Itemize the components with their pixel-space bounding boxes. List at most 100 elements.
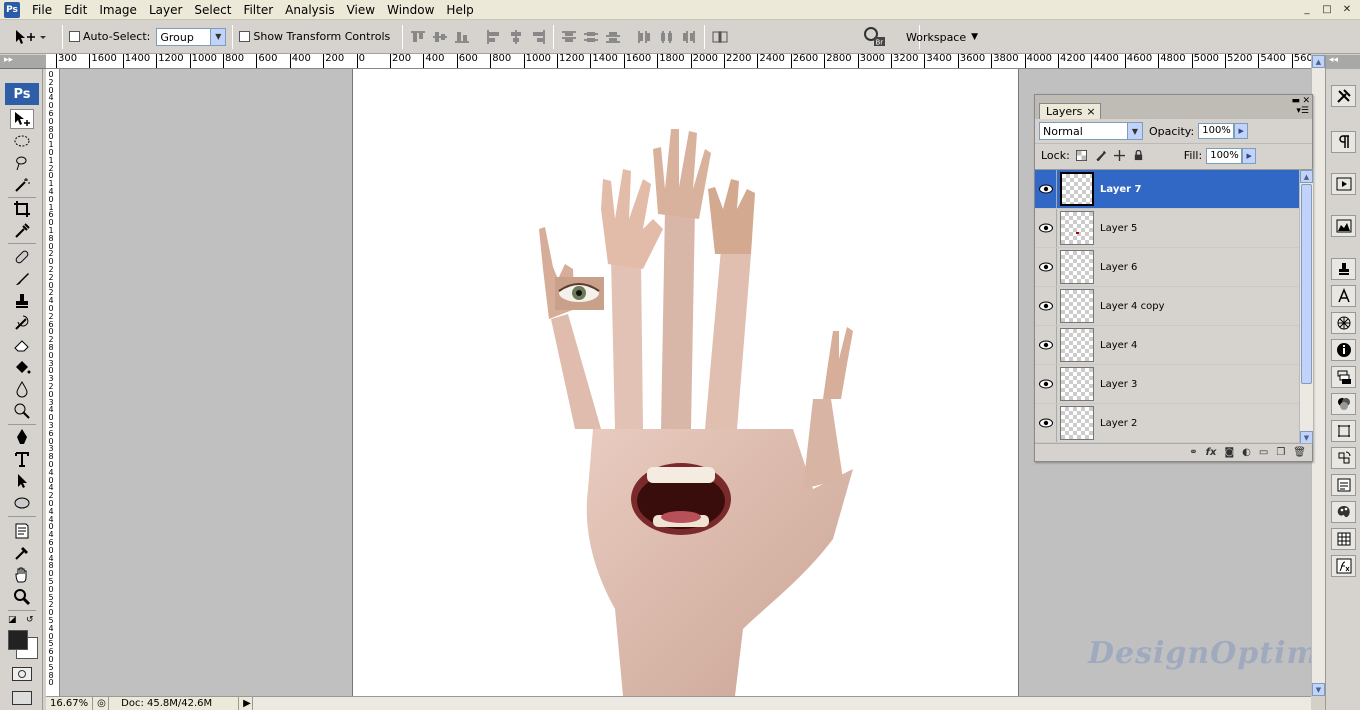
menu-image[interactable]: Image — [93, 0, 143, 20]
layer-row[interactable]: Layer 4 — [1035, 326, 1299, 365]
layer-row[interactable]: Layer 4 copy — [1035, 287, 1299, 326]
tool-preset-picker[interactable] — [12, 24, 56, 50]
document-canvas[interactable] — [352, 69, 1019, 696]
move-tool[interactable] — [10, 109, 34, 129]
new-layer-icon[interactable]: ❐ — [1276, 447, 1285, 458]
clone-stamp-tool[interactable] — [10, 291, 34, 311]
visibility-eye-icon[interactable] — [1035, 365, 1057, 403]
adjustment-layer-icon[interactable]: ◐ — [1242, 447, 1251, 458]
foreground-color-swatch[interactable] — [8, 630, 28, 650]
canvas-vertical-scrollbar[interactable]: ▲ ▼ — [1311, 55, 1325, 696]
visibility-eye-icon[interactable] — [1035, 170, 1057, 208]
slice-tool[interactable] — [10, 221, 34, 241]
link-layers-icon[interactable]: ⚭ — [1189, 447, 1197, 458]
paths-panel-button[interactable] — [1331, 420, 1356, 442]
crop-tool[interactable] — [10, 199, 34, 219]
swap-colors-icon[interactable]: ↺ — [26, 615, 34, 625]
close-button[interactable]: ✕ — [1338, 2, 1356, 17]
visibility-eye-icon[interactable] — [1035, 326, 1057, 364]
auto-select-checkbox[interactable] — [69, 31, 80, 42]
layer-row[interactable]: Layer 5 — [1035, 209, 1299, 248]
scroll-down-icon[interactable]: ▼ — [1312, 683, 1325, 696]
navigator-panel-button[interactable] — [1331, 312, 1356, 334]
marquee-tool[interactable] — [10, 131, 34, 151]
info-panel-button[interactable] — [1331, 339, 1356, 361]
scroll-up-icon[interactable]: ▲ — [1312, 55, 1325, 68]
magic-wand-tool[interactable] — [10, 175, 34, 195]
fx-icon[interactable]: fx — [1206, 447, 1217, 458]
distribute-top-icon[interactable] — [560, 29, 578, 45]
shape-tool[interactable] — [10, 493, 34, 513]
quick-mask-icon[interactable] — [12, 667, 32, 681]
layer-row[interactable]: Layer 7 — [1035, 170, 1299, 209]
show-transform-checkbox[interactable] — [239, 31, 251, 42]
screen-mode-icon[interactable] — [12, 691, 32, 705]
menu-file[interactable]: File — [26, 0, 58, 20]
histogram-panel-button[interactable] — [1331, 215, 1356, 237]
eraser-tool[interactable] — [10, 335, 34, 355]
menu-window[interactable]: Window — [381, 0, 440, 20]
minimize-button[interactable]: _ — [1298, 2, 1316, 17]
bridge-icon[interactable]: Br — [862, 25, 886, 47]
blend-mode-dropdown[interactable]: Normal ▼ — [1039, 122, 1143, 140]
layers-panel-header[interactable] — [1035, 95, 1312, 102]
canvas-horizontal-scrollbar[interactable] — [253, 696, 1311, 710]
menu-analysis[interactable]: Analysis — [279, 0, 340, 20]
tab-layers[interactable]: Layers × — [1039, 103, 1101, 119]
dodge-tool[interactable] — [10, 401, 34, 421]
align-top-icon[interactable] — [409, 29, 427, 45]
notes-panel-button[interactable] — [1331, 474, 1356, 496]
auto-select-dropdown[interactable]: Group ▼ — [156, 27, 227, 46]
align-hcenter-icon[interactable] — [507, 29, 525, 45]
lock-all-icon[interactable] — [1132, 149, 1146, 163]
tab-close-icon[interactable]: × — [1086, 104, 1095, 119]
paint-bucket-tool[interactable] — [10, 357, 34, 377]
menu-view[interactable]: View — [341, 0, 381, 20]
lock-transparent-icon[interactable] — [1075, 149, 1089, 163]
distribute-right-icon[interactable] — [680, 29, 698, 45]
restore-button[interactable]: □ — [1318, 2, 1336, 17]
hand-tool[interactable] — [10, 565, 34, 585]
visibility-eye-icon[interactable] — [1035, 287, 1057, 325]
clone-source-panel-button[interactable] — [1331, 258, 1356, 280]
dock-collapse[interactable]: ◂◂ — [1326, 55, 1360, 69]
toolbox-collapse[interactable]: ▸▸ — [0, 55, 46, 69]
opacity-slider-arrow-icon[interactable]: ▶ — [1234, 123, 1249, 139]
distribute-bottom-icon[interactable] — [604, 29, 622, 45]
path-selection-tool[interactable] — [10, 471, 34, 491]
align-left-icon[interactable] — [485, 29, 503, 45]
tools-panel-button[interactable] — [1331, 85, 1356, 107]
blur-tool[interactable] — [10, 379, 34, 399]
visibility-eye-icon[interactable] — [1035, 248, 1057, 286]
menu-edit[interactable]: Edit — [58, 0, 93, 20]
align-vcenter-icon[interactable] — [431, 29, 449, 45]
menu-help[interactable]: Help — [440, 0, 479, 20]
visibility-eye-icon[interactable] — [1035, 404, 1057, 442]
lock-position-icon[interactable] — [1113, 149, 1127, 163]
actions-panel-button[interactable] — [1331, 173, 1356, 195]
paragraph-panel-button[interactable] — [1331, 131, 1356, 153]
character-panel-button[interactable] — [1331, 285, 1356, 307]
close-icon[interactable]: ✕ — [1302, 96, 1310, 106]
visibility-eye-icon[interactable] — [1035, 209, 1057, 247]
layer-list-scrollbar[interactable]: ▲ ▼ — [1299, 169, 1313, 444]
menu-layer[interactable]: Layer — [143, 0, 188, 20]
lasso-tool[interactable] — [10, 153, 34, 173]
distribute-hcenter-icon[interactable] — [658, 29, 676, 45]
channels-panel-button[interactable] — [1331, 393, 1356, 415]
menu-filter[interactable]: Filter — [237, 0, 279, 20]
color-panel-button[interactable] — [1331, 501, 1356, 523]
fill-slider-arrow-icon[interactable]: ▶ — [1242, 147, 1257, 164]
history-brush-tool[interactable] — [10, 313, 34, 333]
new-group-icon[interactable]: ▭ — [1259, 447, 1268, 458]
status-menu-icon[interactable]: ◎ — [93, 696, 110, 710]
scroll-up-icon[interactable]: ▲ — [1300, 170, 1313, 183]
fill-field[interactable]: 100% — [1206, 147, 1243, 164]
trash-icon[interactable]: 🗑 — [1293, 447, 1306, 458]
swatches-panel-button[interactable] — [1331, 528, 1356, 550]
layer-row[interactable]: Layer 3 — [1035, 365, 1299, 404]
auto-align-icon[interactable] — [711, 29, 729, 45]
type-tool[interactable] — [10, 449, 34, 469]
minimize-icon[interactable]: ▬ — [1291, 96, 1300, 106]
mask-icon[interactable]: ◙ — [1224, 447, 1234, 458]
